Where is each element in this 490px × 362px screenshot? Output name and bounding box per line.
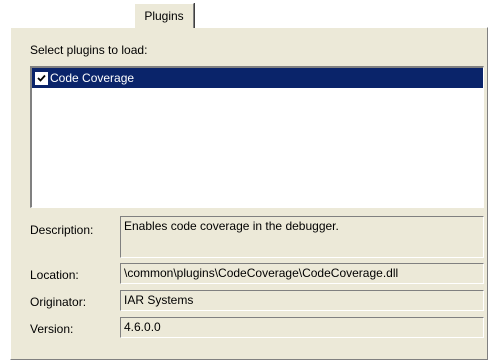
plugin-list-item-code-coverage[interactable]: Code Coverage	[32, 68, 483, 88]
location-label: Location:	[30, 268, 79, 282]
select-plugins-label: Select plugins to load:	[30, 43, 148, 57]
description-field: Enables code coverage in the debugger.	[120, 216, 484, 258]
description-label: Description:	[30, 223, 94, 237]
tab-plugins[interactable]: Plugins	[134, 3, 194, 28]
version-label: Version:	[30, 322, 74, 336]
plugin-name-label: Code Coverage	[50, 71, 135, 85]
tab-plugins-label: Plugins	[144, 9, 184, 23]
originator-label: Originator:	[30, 295, 87, 309]
originator-field: IAR Systems	[120, 290, 484, 311]
version-field: 4.6.0.0	[120, 317, 484, 338]
location-field: \common\plugins\CodeCoverage\CodeCoverag…	[120, 263, 484, 284]
checkmark-icon	[37, 74, 46, 82]
code-coverage-checkbox[interactable]	[35, 71, 48, 85]
plugins-listbox[interactable]: Code Coverage	[30, 66, 484, 208]
